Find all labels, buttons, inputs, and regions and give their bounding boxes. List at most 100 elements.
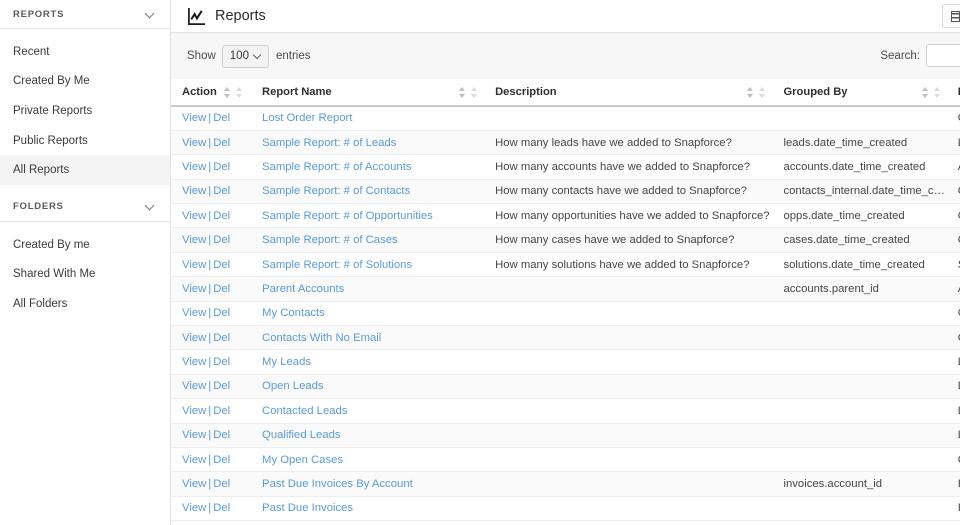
sort-controls[interactable] — [449, 86, 478, 99]
sort-ascending-icon[interactable] — [747, 86, 754, 99]
report-name-link[interactable]: Contacts With No Email — [262, 332, 381, 344]
sidebar-item-all-reports[interactable]: All Reports — [0, 155, 170, 185]
sidebar-section-folders-header[interactable]: FOLDERS — [0, 193, 170, 222]
report-name-link[interactable]: Sample Report: # of Accounts — [262, 161, 411, 173]
report-name-link[interactable]: Sample Report: # of Leads — [262, 137, 396, 149]
delete-link[interactable]: Del — [213, 454, 230, 466]
sidebar-section-reports-header[interactable]: REPORTS — [0, 0, 170, 29]
delete-link[interactable]: Del — [213, 332, 230, 344]
view-link[interactable]: View — [182, 429, 206, 441]
report-name-link[interactable]: My Open Cases — [262, 454, 343, 466]
sidebar-item-shared-with-me[interactable]: Shared With Me — [0, 260, 170, 290]
list-view-button[interactable] — [942, 4, 960, 28]
table-row[interactable]: View|DelSample Report: # of ContactsHow … — [171, 179, 960, 203]
column-header-report-name[interactable]: Report Name — [251, 79, 484, 106]
table-row[interactable]: View|DelContacts With No EmailContact Re… — [171, 326, 960, 350]
sort-descending-icon[interactable] — [934, 86, 941, 99]
table-row[interactable]: View|DelPast Due Invoices By Accountinvo… — [171, 472, 960, 496]
sidebar-item-recent[interactable]: Recent — [0, 37, 170, 67]
sort-ascending-icon[interactable] — [922, 86, 929, 99]
entries-per-page-select[interactable]: 100 — [222, 45, 269, 68]
report-name-link[interactable]: Past Due Invoices By Account — [262, 478, 413, 490]
report-name-link[interactable]: Open Leads — [262, 380, 324, 392]
table-row[interactable]: View|DelLost Order ReportOpportunity Rep… — [171, 106, 960, 130]
chevron-down-icon[interactable] — [145, 201, 156, 212]
delete-link[interactable]: Del — [213, 356, 230, 368]
delete-link[interactable]: Del — [213, 380, 230, 392]
table-row[interactable]: View|DelSample Report: # of LeadsHow man… — [171, 130, 960, 154]
view-link[interactable]: View — [182, 356, 206, 368]
delete-link[interactable]: Del — [213, 234, 230, 246]
table-row[interactable]: View|DelSample Report: # of CasesHow man… — [171, 228, 960, 252]
table-row[interactable]: View|DelOpen LeadsLead ReportsBob Kline — [171, 374, 960, 398]
view-link[interactable]: View — [182, 502, 206, 514]
view-link[interactable]: View — [182, 478, 206, 490]
sort-descending-icon[interactable] — [236, 86, 243, 99]
view-link[interactable]: View — [182, 454, 206, 466]
report-name-link[interactable]: Sample Report: # of Cases — [262, 234, 398, 246]
sidebar-item-private-reports[interactable]: Private Reports — [0, 96, 170, 126]
sidebar-item-created-by-me-folders[interactable]: Created By me — [0, 230, 170, 260]
sidebar-item-created-by-me[interactable]: Created By Me — [0, 67, 170, 97]
view-link[interactable]: View — [182, 332, 206, 344]
view-link[interactable]: View — [182, 161, 206, 173]
delete-link[interactable]: Del — [213, 185, 230, 197]
sort-descending-icon[interactable] — [759, 86, 766, 99]
report-name-link[interactable]: Sample Report: # of Contacts — [262, 185, 410, 197]
view-link[interactable]: View — [182, 380, 206, 392]
table-row[interactable]: View|DelMy ContactsContact ReportsBob Kl… — [171, 301, 960, 325]
delete-link[interactable]: Del — [213, 259, 230, 271]
report-name-link[interactable]: Past Due Invoices — [262, 502, 353, 514]
table-row[interactable]: View|DelMy Open CasesCase ReportsBob Kli… — [171, 447, 960, 471]
sort-controls[interactable] — [912, 86, 941, 99]
sort-controls[interactable] — [224, 86, 243, 99]
column-header-folder-name[interactable]: Folder Name — [947, 79, 960, 106]
column-header-grouped-by[interactable]: Grouped By — [772, 79, 946, 106]
view-link[interactable]: View — [182, 210, 206, 222]
table-row[interactable]: View|DelSample Report: # of AccountsHow … — [171, 155, 960, 179]
report-name-link[interactable]: Qualified Leads — [262, 429, 341, 441]
report-name-link[interactable]: Sample Report: # of Solutions — [262, 259, 412, 271]
delete-link[interactable]: Del — [213, 429, 230, 441]
sort-descending-icon[interactable] — [471, 86, 478, 99]
view-link[interactable]: View — [182, 234, 206, 246]
table-row[interactable]: View|DelPast Due InvoicesInvoice Reports… — [171, 496, 960, 520]
table-row[interactable]: View|DelQualified LeadsLead ReportsBob K… — [171, 423, 960, 447]
sidebar-item-public-reports[interactable]: Public Reports — [0, 126, 170, 156]
delete-link[interactable]: Del — [213, 112, 230, 124]
table-row[interactable]: View|DelSample Report: # of Opportunitie… — [171, 204, 960, 228]
column-header-description[interactable]: Description — [484, 79, 772, 106]
report-name-link[interactable]: My Leads — [262, 356, 311, 368]
table-row[interactable]: View|DelParent Accountsaccounts.parent_i… — [171, 277, 960, 301]
delete-link[interactable]: Del — [213, 137, 230, 149]
view-link[interactable]: View — [182, 405, 206, 417]
column-header-action[interactable]: Action — [171, 79, 251, 106]
view-link[interactable]: View — [182, 185, 206, 197]
delete-link[interactable]: Del — [213, 307, 230, 319]
chevron-down-icon[interactable] — [145, 9, 156, 20]
delete-link[interactable]: Del — [213, 478, 230, 490]
delete-link[interactable]: Del — [213, 210, 230, 222]
view-link[interactable]: View — [182, 112, 206, 124]
delete-link[interactable]: Del — [213, 161, 230, 173]
table-row[interactable]: View|DelMy LeadsLead ReportsBob Kline — [171, 350, 960, 374]
view-link[interactable]: View — [182, 137, 206, 149]
sort-ascending-icon[interactable] — [459, 86, 466, 99]
report-name-link[interactable]: Lost Order Report — [262, 112, 352, 124]
search-input[interactable] — [926, 44, 960, 67]
report-name-link[interactable]: My Contacts — [262, 307, 325, 319]
sort-controls[interactable] — [737, 86, 766, 99]
view-link[interactable]: View — [182, 283, 206, 295]
table-row[interactable]: View|DelSample Report: # of SolutionsHow… — [171, 252, 960, 276]
table-row[interactable]: View|DelContacted LeadsLead ReportsBob K… — [171, 399, 960, 423]
report-name-link[interactable]: Contacted Leads — [262, 405, 347, 417]
report-name-link[interactable]: Sample Report: # of Opportunities — [262, 210, 433, 222]
delete-link[interactable]: Del — [213, 283, 230, 295]
view-link[interactable]: View — [182, 307, 206, 319]
sort-ascending-icon[interactable] — [224, 86, 231, 99]
delete-link[interactable]: Del — [213, 502, 230, 514]
sidebar-item-all-folders[interactable]: All Folders — [0, 289, 170, 319]
reports-table-container[interactable]: Action Report Name — [171, 79, 960, 525]
view-link[interactable]: View — [182, 259, 206, 271]
report-name-link[interactable]: Parent Accounts — [262, 283, 344, 295]
